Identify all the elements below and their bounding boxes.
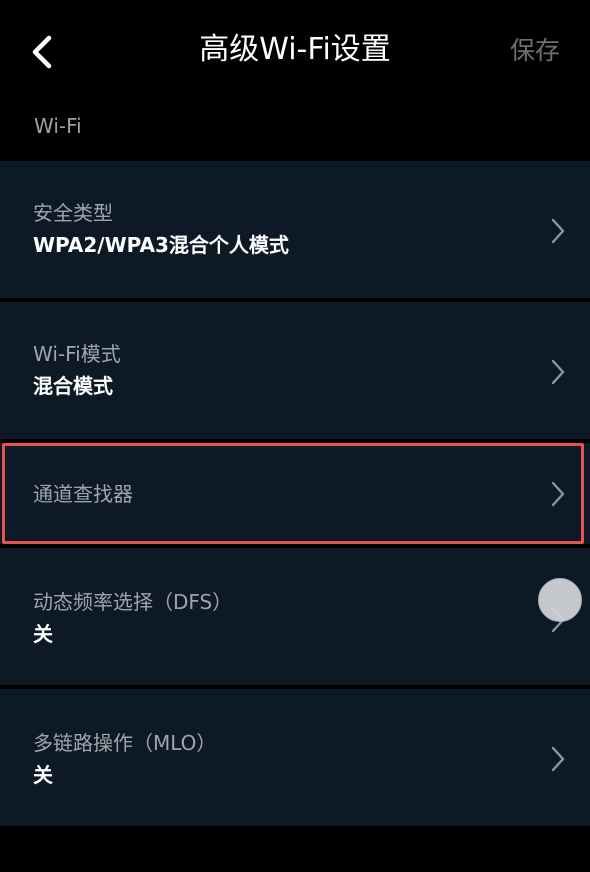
chevron-right-icon	[551, 746, 565, 772]
wifi-mode-row[interactable]: Wi-Fi模式 混合模式	[0, 302, 590, 439]
wifi-mode-value: 混合模式	[33, 374, 113, 398]
chevron-right-icon	[551, 218, 565, 244]
touch-indicator	[538, 578, 582, 622]
mlo-value: 关	[33, 763, 53, 787]
section-label-wifi: Wi-Fi	[34, 114, 82, 138]
security-type-label: 安全类型	[33, 201, 113, 225]
chevron-right-icon	[551, 359, 565, 385]
channel-finder-label: 通道查找器	[33, 482, 133, 506]
wifi-mode-label: Wi-Fi模式	[33, 342, 121, 366]
mlo-row[interactable]: 多链路操作（MLO） 关	[0, 689, 590, 826]
mlo-label: 多链路操作（MLO）	[33, 731, 217, 755]
security-type-value: WPA2/WPA3混合个人模式	[33, 233, 289, 257]
chevron-right-icon	[551, 481, 565, 507]
dfs-label: 动态频率选择（DFS）	[33, 590, 233, 614]
advanced-wifi-settings-screen: 高级Wi-Fi设置 保存 Wi-Fi 安全类型 WPA2/WPA3混合个人模式 …	[0, 0, 590, 872]
dfs-row[interactable]: 动态频率选择（DFS） 关	[0, 548, 590, 685]
security-type-row[interactable]: 安全类型 WPA2/WPA3混合个人模式	[0, 161, 590, 298]
save-button[interactable]: 保存	[510, 30, 560, 72]
header-bar: 高级Wi-Fi设置 保存	[0, 0, 590, 100]
page-title: 高级Wi-Fi设置	[199, 32, 391, 67]
dfs-value: 关	[33, 622, 53, 646]
channel-finder-row[interactable]: 通道查找器	[0, 443, 590, 544]
